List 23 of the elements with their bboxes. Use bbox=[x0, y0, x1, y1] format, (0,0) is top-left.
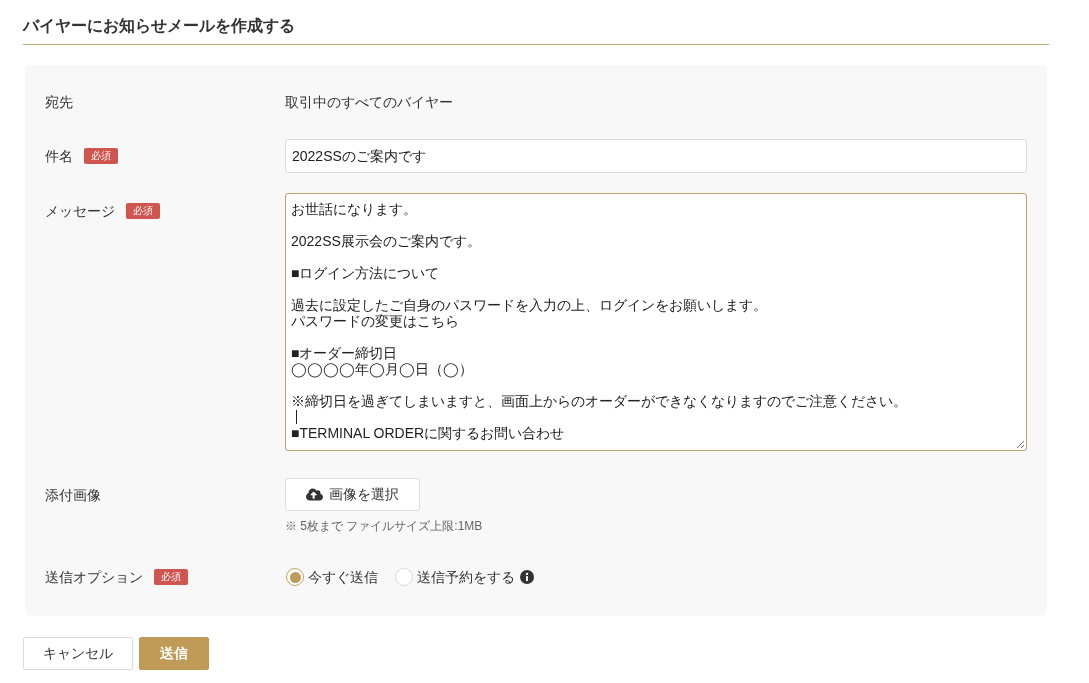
field-label: 送信オプション bbox=[45, 568, 143, 587]
required-tag: 必須 bbox=[126, 203, 160, 219]
message-textarea[interactable]: お世話になります。 2022SS展示会のご案内です。 ■ログイン方法について 過去に設定したご自身のパスワードを入力の上、ログインをお願いします。 パスワードの変更はこちら ■オーダー締切日 ◯◯◯◯年◯月◯日（◯） ※締切日を過ぎてしまいますと、画面上からのオーダーができなくなりますのでご注意ください。 ■TERMINAL ORDERに関するお問い合わせ bbox=[285, 193, 1027, 451]
upload-hint: ※ 5枚まで ファイルサイズ上限:1MB bbox=[285, 519, 483, 533]
subject-input[interactable]: 2022SSのご案内です bbox=[285, 139, 1027, 173]
radio-label[interactable]: 今すぐ送信 bbox=[308, 567, 378, 587]
field-label: 添付画像 bbox=[45, 485, 101, 505]
radio-button[interactable] bbox=[286, 568, 304, 586]
text-cursor-icon bbox=[296, 410, 297, 424]
cancel-button[interactable]: キャンセル bbox=[23, 637, 133, 670]
cloud-upload-icon bbox=[306, 486, 323, 503]
radio-label[interactable]: 送信予約をする bbox=[417, 567, 515, 587]
required-tag: 必須 bbox=[84, 148, 118, 164]
required-tag: 必須 bbox=[154, 569, 188, 585]
field-label: 件名 bbox=[45, 147, 73, 166]
resize-handle-icon[interactable] bbox=[1016, 440, 1024, 448]
field-label: 宛先 bbox=[45, 93, 73, 112]
select-image-button[interactable]: 画像を選択 bbox=[285, 478, 420, 511]
radio-button[interactable] bbox=[395, 568, 413, 586]
recipient-value: 取引中のすべてのバイヤー bbox=[285, 93, 453, 112]
page-title: バイヤーにお知らせメールを作成する bbox=[23, 16, 295, 36]
info-icon[interactable] bbox=[520, 570, 534, 584]
field-label: メッセージ bbox=[45, 202, 115, 221]
